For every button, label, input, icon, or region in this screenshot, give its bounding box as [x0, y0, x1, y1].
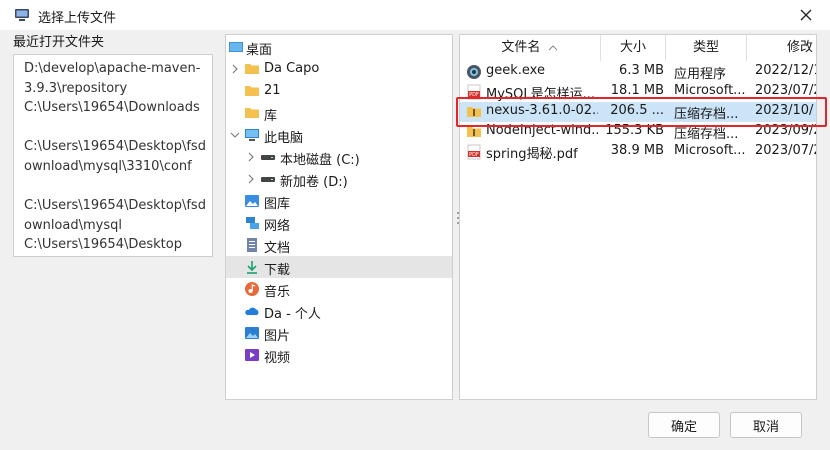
column-header-type[interactable]: 类型: [666, 35, 747, 61]
file-list: 文件名 大小 类型 修改 geek.exe 6.3 MB 应用程序 2022/1…: [459, 34, 817, 400]
folder-icon: [245, 64, 259, 74]
documents-icon: [247, 238, 257, 252]
chevron-down-icon[interactable]: [230, 128, 240, 142]
network-icon: [246, 217, 259, 229]
tree-item-documents[interactable]: 文档: [226, 234, 452, 256]
ok-button[interactable]: 确定: [648, 412, 720, 438]
file-list-header: 文件名 大小 类型 修改: [460, 35, 816, 61]
column-header-name[interactable]: 文件名: [460, 35, 601, 61]
folder-icon: [245, 86, 259, 96]
column-header-modified[interactable]: 修改: [747, 35, 816, 61]
tree-item-music[interactable]: 音乐: [226, 278, 452, 300]
pdf-icon: PDF: [467, 144, 481, 160]
download-icon: [247, 261, 257, 274]
tree-item-network[interactable]: 网络: [226, 212, 452, 234]
desktop-icon: [229, 42, 243, 52]
chevron-right-icon[interactable]: [230, 62, 240, 76]
tree-item-21[interactable]: 21: [226, 80, 452, 102]
tree-item-this-pc[interactable]: 此电脑: [226, 124, 452, 146]
recent-folder-item[interactable]: C:\Users\19654\Downloads: [24, 98, 206, 118]
tree-item-onedrive[interactable]: Da - 个人: [226, 300, 452, 322]
cancel-button[interactable]: 取消: [730, 412, 802, 438]
column-header-size[interactable]: 大小: [601, 35, 666, 61]
tree-item-desktop[interactable]: 桌面: [226, 36, 452, 58]
gallery-icon: [245, 195, 259, 207]
folder-icon: [245, 108, 259, 118]
chevron-right-icon[interactable]: [246, 150, 256, 164]
close-icon[interactable]: [796, 5, 816, 25]
onedrive-icon: [245, 307, 259, 315]
tree-item-drive-c[interactable]: 本地磁盘 (C:): [226, 146, 452, 168]
title-bar: 选择上传文件: [0, 0, 830, 30]
recent-folders-label: 最近打开文件夹: [13, 35, 105, 50]
drive-icon: [261, 155, 275, 160]
selection-highlight-box: [456, 97, 827, 127]
file-row[interactable]: PDF spring揭秘.pdf 38.9 MB Microsoft... 20…: [460, 142, 816, 162]
tree-item-pictures[interactable]: 图片: [226, 322, 452, 344]
window-title: 选择上传文件: [38, 11, 117, 26]
pictures-icon: [245, 327, 259, 339]
sort-ascending-icon: [548, 45, 557, 51]
drive-icon: [261, 177, 275, 182]
tree-item-downloads[interactable]: 下载: [226, 256, 452, 278]
svg-text:PDF: PDF: [469, 152, 479, 158]
videos-icon: [245, 349, 259, 361]
recent-folder-item[interactable]: C:\Users\19654\Desktop\fsdownload\mysql\…: [24, 137, 206, 177]
tree-item-gallery[interactable]: 图库: [226, 190, 452, 212]
tree-item-library[interactable]: 库: [226, 102, 452, 124]
computer-icon: [245, 129, 259, 141]
music-icon: [245, 282, 259, 296]
window-icon: [15, 9, 29, 21]
tree-item-drive-d[interactable]: 新加卷 (D:): [226, 168, 452, 190]
recent-folder-item[interactable]: D:\develop\apache-maven-3.9.3\repository: [24, 59, 206, 99]
tree-item-videos[interactable]: 视频: [226, 344, 452, 366]
recent-folders-list: D:\develop\apache-maven-3.9.3\repository…: [13, 54, 213, 257]
tree-item-da-capo[interactable]: Da Capo: [226, 58, 452, 80]
recent-folder-item[interactable]: C:\Users\19654\Desktop: [24, 235, 206, 255]
exe-icon: [467, 65, 481, 79]
navigation-tree: 桌面 Da Capo 21 库 此电脑 本地磁盘 (C:) 新加卷 (D:) 图…: [225, 34, 453, 400]
chevron-right-icon[interactable]: [246, 172, 256, 186]
recent-folder-item[interactable]: C:\Users\19654\Desktop\fsdownload\mysql: [24, 196, 206, 236]
file-row[interactable]: geek.exe 6.3 MB 应用程序 2022/12/1: [460, 62, 816, 82]
